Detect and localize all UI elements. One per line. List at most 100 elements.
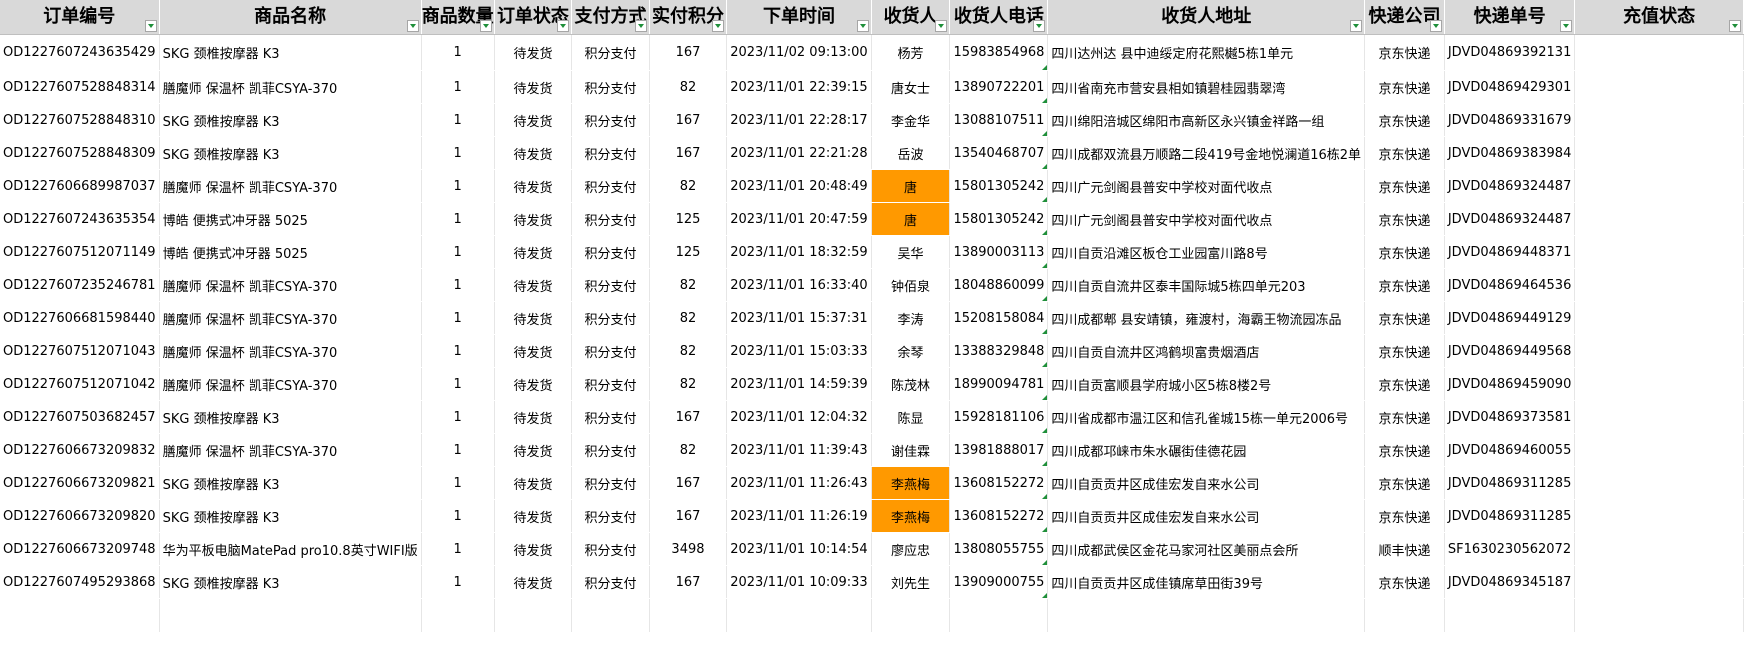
table-cell[interactable]: JDVD04869324487: [1444, 202, 1576, 236]
table-cell[interactable]: [1574, 70, 1744, 104]
table-cell[interactable]: 1: [421, 334, 495, 368]
table-cell[interactable]: 膳魔师 保温杯 凯菲CSYA-370: [159, 70, 422, 104]
table-cell[interactable]: 待发货: [494, 499, 573, 533]
table-cell[interactable]: 1: [421, 34, 495, 71]
filter-dropdown-icon[interactable]: [1429, 20, 1442, 32]
table-cell[interactable]: OD1227606673209832: [0, 433, 160, 467]
table-cell[interactable]: 15928181106: [949, 400, 1049, 434]
table-cell[interactable]: 四川绵阳涪城区绵阳市高新区永兴镇金祥路一组: [1047, 103, 1366, 137]
table-cell[interactable]: 积分支付: [571, 532, 650, 566]
column-header[interactable]: 商品数量: [421, 0, 495, 35]
table-cell[interactable]: 待发货: [494, 103, 573, 137]
table-cell[interactable]: 待发货: [494, 301, 573, 335]
table-cell[interactable]: 2023/11/01 15:37:31: [726, 301, 872, 335]
table-cell[interactable]: 1: [421, 532, 495, 566]
table-cell[interactable]: 82: [649, 367, 728, 401]
table-cell[interactable]: JDVD04869345187: [1444, 565, 1576, 599]
table-cell[interactable]: 2023/11/01 18:32:59: [726, 235, 872, 269]
table-cell[interactable]: 13540468707: [949, 136, 1049, 170]
table-cell[interactable]: OD1227607243635429: [0, 34, 160, 71]
filter-dropdown-icon[interactable]: [856, 20, 869, 32]
table-cell[interactable]: 京东快递: [1364, 169, 1445, 203]
table-cell[interactable]: 积分支付: [571, 202, 650, 236]
table-cell[interactable]: JDVD04869331679: [1444, 103, 1576, 137]
table-cell[interactable]: 2023/11/01 11:26:43: [726, 466, 872, 500]
empty-cell[interactable]: [949, 598, 1049, 633]
table-cell[interactable]: 13808055755: [949, 532, 1049, 566]
table-cell[interactable]: 125: [649, 235, 728, 269]
table-cell[interactable]: 京东快递: [1364, 433, 1445, 467]
table-cell[interactable]: OD1227607235246781: [0, 268, 160, 302]
table-cell[interactable]: 2023/11/01 20:48:49: [726, 169, 872, 203]
table-cell[interactable]: [1574, 268, 1744, 302]
table-cell[interactable]: [1574, 136, 1744, 170]
table-cell[interactable]: 待发货: [494, 169, 573, 203]
table-cell[interactable]: 1: [421, 235, 495, 269]
table-cell[interactable]: 唐: [871, 202, 951, 236]
table-cell[interactable]: 167: [649, 565, 728, 599]
table-cell[interactable]: 陈茂林: [871, 367, 951, 401]
table-cell[interactable]: 1: [421, 565, 495, 599]
table-cell[interactable]: 13890722201: [949, 70, 1049, 104]
table-cell[interactable]: 13088107511: [949, 103, 1049, 137]
table-cell[interactable]: [1574, 301, 1744, 335]
table-cell[interactable]: 2023/11/02 09:13:00: [726, 34, 872, 71]
table-cell[interactable]: 积分支付: [571, 34, 650, 71]
table-cell[interactable]: 博皓 便携式冲牙器 5025: [159, 235, 422, 269]
table-cell[interactable]: 京东快递: [1364, 334, 1445, 368]
table-cell[interactable]: 华为平板电脑MatePad pro10.8英寸WIFI版: [159, 532, 422, 566]
table-cell[interactable]: 2023/11/01 12:04:32: [726, 400, 872, 434]
table-cell[interactable]: 李燕梅: [871, 499, 951, 533]
table-cell[interactable]: 13890003113: [949, 235, 1049, 269]
filter-dropdown-icon[interactable]: [935, 20, 948, 32]
table-cell[interactable]: OD1227607528848314: [0, 70, 160, 104]
table-cell[interactable]: [1574, 433, 1744, 467]
table-cell[interactable]: 2023/11/01 22:21:28: [726, 136, 872, 170]
empty-cell[interactable]: [0, 598, 160, 633]
table-cell[interactable]: SKG 颈椎按摩器 K3: [159, 136, 422, 170]
table-cell[interactable]: 13608152272: [949, 499, 1049, 533]
table-cell[interactable]: 2023/11/01 22:39:15: [726, 70, 872, 104]
table-cell[interactable]: 2023/11/01 15:03:33: [726, 334, 872, 368]
table-cell[interactable]: 积分支付: [571, 268, 650, 302]
table-cell[interactable]: JDVD04869311285: [1444, 466, 1576, 500]
table-cell[interactable]: OD1227606673209820: [0, 499, 160, 533]
table-cell[interactable]: 积分支付: [571, 499, 650, 533]
table-cell[interactable]: 积分支付: [571, 400, 650, 434]
table-cell[interactable]: 四川省成都市温江区和信孔雀城15栋一单元2006号: [1047, 400, 1366, 434]
table-cell[interactable]: 四川成都双流县万顺路二段419号金地悦澜道16栋2单: [1047, 136, 1366, 170]
table-cell[interactable]: JDVD04869449568: [1444, 334, 1576, 368]
table-cell[interactable]: 18048860099: [949, 268, 1049, 302]
table-cell[interactable]: 膳魔师 保温杯 凯菲CSYA-370: [159, 433, 422, 467]
table-cell[interactable]: 积分支付: [571, 169, 650, 203]
table-cell[interactable]: OD1227606673209748: [0, 532, 160, 566]
table-cell[interactable]: 167: [649, 34, 728, 71]
table-cell[interactable]: 积分支付: [571, 70, 650, 104]
table-cell[interactable]: 顺丰快递: [1364, 532, 1445, 566]
table-cell[interactable]: 四川自贡沿滩区板仓工业园富川路8号: [1047, 235, 1366, 269]
table-cell[interactable]: 积分支付: [571, 301, 650, 335]
table-cell[interactable]: 刘先生: [871, 565, 951, 599]
table-cell[interactable]: JDVD04869449129: [1444, 301, 1576, 335]
table-cell[interactable]: JDVD04869373581: [1444, 400, 1576, 434]
table-cell[interactable]: 167: [649, 400, 728, 434]
table-cell[interactable]: SKG 颈椎按摩器 K3: [159, 466, 422, 500]
table-cell[interactable]: [1574, 202, 1744, 236]
filter-dropdown-icon[interactable]: [1033, 20, 1046, 32]
table-cell[interactable]: 膳魔师 保温杯 凯菲CSYA-370: [159, 334, 422, 368]
table-cell[interactable]: [1574, 400, 1744, 434]
table-cell[interactable]: 京东快递: [1364, 202, 1445, 236]
empty-cell[interactable]: [1364, 598, 1445, 633]
table-cell[interactable]: 京东快递: [1364, 34, 1445, 71]
table-cell[interactable]: 四川广元剑阁县普安中学校对面代收点: [1047, 202, 1366, 236]
table-cell[interactable]: 积分支付: [571, 433, 650, 467]
table-cell[interactable]: 京东快递: [1364, 70, 1445, 104]
table-cell[interactable]: 13608152272: [949, 466, 1049, 500]
table-cell[interactable]: [1574, 532, 1744, 566]
filter-dropdown-icon[interactable]: [712, 20, 725, 32]
table-cell[interactable]: [1574, 334, 1744, 368]
table-cell[interactable]: 1: [421, 70, 495, 104]
column-header[interactable]: 下单时间: [726, 0, 872, 35]
empty-cell[interactable]: [649, 598, 728, 633]
filter-dropdown-icon[interactable]: [144, 20, 157, 32]
